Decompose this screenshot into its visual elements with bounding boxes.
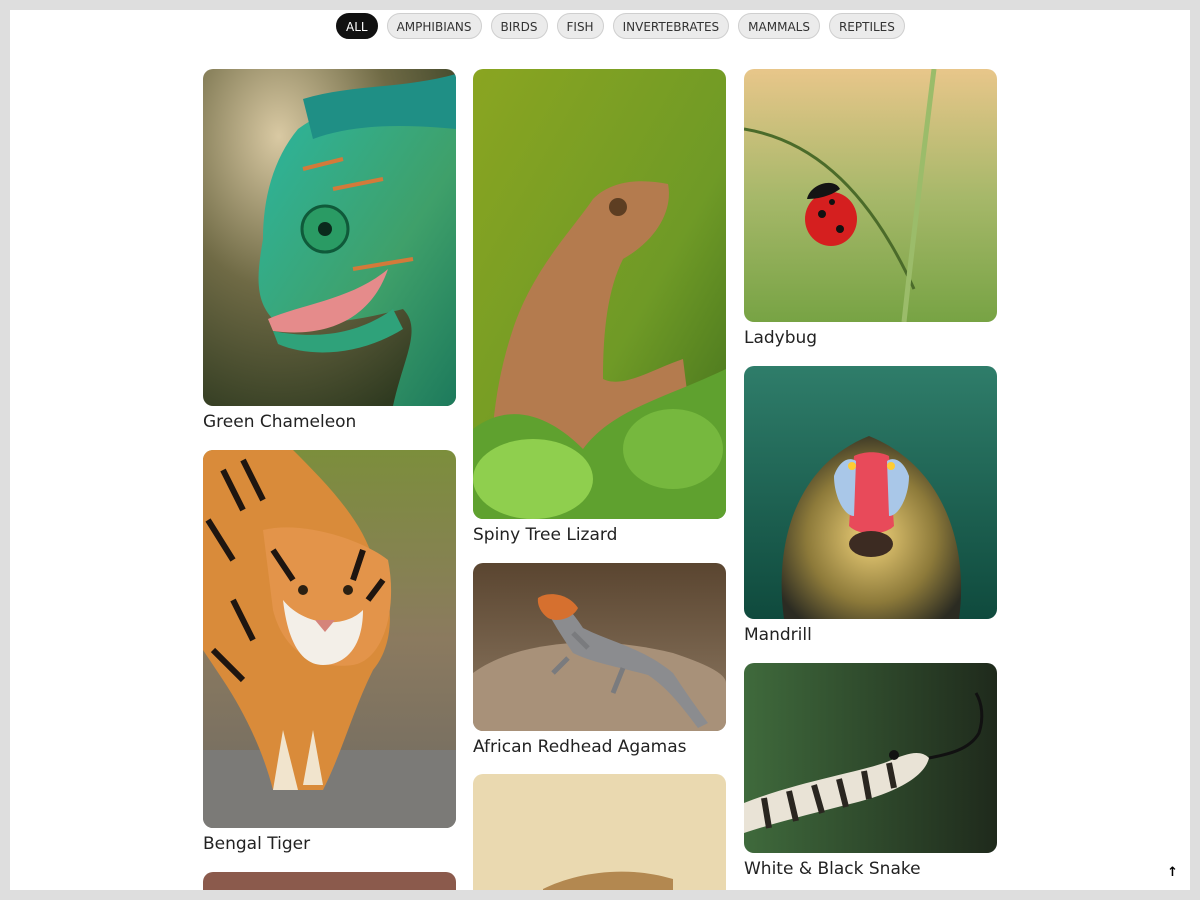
card-title: White & Black Snake [744,859,921,879]
card-title: Bengal Tiger [203,834,311,854]
card-ladybug[interactable]: Ladybug [744,69,997,348]
card-partial[interactable] [203,872,456,890]
card-green-chameleon[interactable]: Green Chameleon [203,69,456,432]
card-african-redhead-agamas[interactable]: African Redhead Agamas [473,563,726,757]
card-title: Spiny Tree Lizard [473,525,618,545]
white-black-snake-photo[interactable] [744,663,997,853]
mandrill-photo[interactable] [744,366,997,619]
filter-mammals[interactable]: MAMMALS [738,13,820,39]
card-mandrill[interactable]: Mandrill [744,366,997,645]
card-title: Ladybug [744,328,818,348]
gallery-page: ALL AMPHIBIANS BIRDS FISH INVERTEBRATES … [10,10,1190,890]
spiny-tree-lizard-photo[interactable] [473,69,726,519]
filter-amphibians[interactable]: AMPHIBIANS [386,13,482,39]
card-title: Mandrill [744,625,812,645]
filter-invertebrates[interactable]: INVERTEBRATES [612,13,730,39]
filter-birds[interactable]: BIRDS [490,13,548,39]
filter-reptiles[interactable]: REPTILES [828,13,905,39]
card-spiny-tree-lizard[interactable]: Spiny Tree Lizard [473,69,726,545]
category-filter-bar: ALL AMPHIBIANS BIRDS FISH INVERTEBRATES … [336,13,905,39]
card-title: Green Chameleon [203,412,357,432]
green-chameleon-photo[interactable] [203,69,456,406]
card-white-black-snake[interactable]: White & Black Snake [744,663,997,879]
ladybug-photo[interactable] [744,69,997,322]
filter-fish[interactable]: FISH [556,13,604,39]
arrow-up-icon[interactable]: ↑ [1167,865,1178,880]
filter-all[interactable]: ALL [336,13,378,39]
card-title: African Redhead Agamas [473,737,687,757]
partial-photo[interactable] [203,872,456,890]
partial-photo-2[interactable] [473,774,726,890]
bengal-tiger-photo[interactable] [203,450,456,828]
card-bengal-tiger[interactable]: Bengal Tiger [203,450,456,854]
card-partial-2[interactable] [473,774,726,890]
african-redhead-agamas-photo[interactable] [473,563,726,731]
